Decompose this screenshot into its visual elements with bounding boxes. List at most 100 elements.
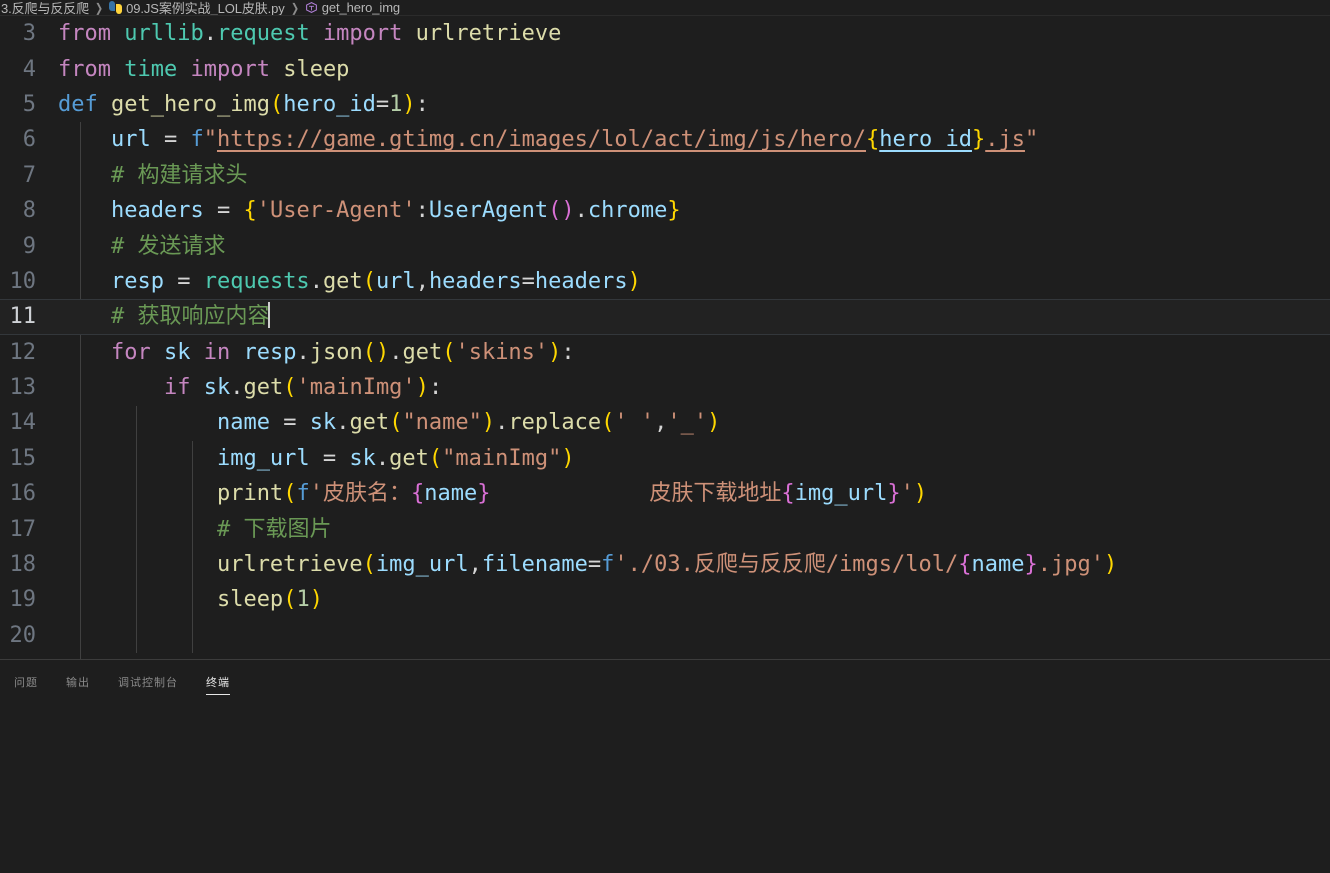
token-paren-close: ) [402, 91, 416, 117]
token-brace-close: } [667, 198, 681, 224]
breadcrumb-item-folder[interactable]: 3.反爬与反反爬 [0, 0, 90, 15]
code-line-18[interactable]: 18 urlretrieve(img_url,filename=f'./03.反… [0, 547, 1330, 582]
token-paren-pair: () [362, 339, 390, 365]
line-number: 17 [9, 516, 37, 542]
panel-tab-label: 输出 [66, 677, 90, 689]
token-var-resp: resp [243, 339, 297, 365]
token-equals: = [375, 91, 390, 117]
token-keyword-for: for [110, 339, 151, 365]
line-number: 5 [22, 91, 36, 117]
token-dot: . [203, 21, 217, 47]
token-paren-open: ( [269, 91, 284, 117]
token-interp-img-url: img_url [794, 481, 888, 507]
token-interp-brace-open: { [410, 481, 425, 507]
breadcrumb-item-symbol[interactable]: get_hero_img [304, 0, 401, 15]
token-interp-name: name [971, 552, 1025, 578]
python-file-icon [109, 1, 123, 14]
breadcrumb-separator-icon: ❯ [95, 0, 104, 15]
panel-tab-label: 调试控制台 [118, 677, 178, 689]
code-line-3[interactable]: 3 from urllib.request import urlretrieve [0, 16, 1330, 51]
token-comment: # 构建请求头 [110, 162, 248, 188]
method-symbol-icon [305, 1, 318, 14]
token-keyword-from: from [58, 21, 111, 47]
panel-tab-output[interactable]: 输出 [52, 678, 104, 695]
token-paren-close: ) [309, 587, 323, 613]
line-number-active: 11 [9, 304, 37, 330]
code-line-4[interactable]: 4 from time import sleep [0, 51, 1330, 86]
code-editor[interactable]: 3 from urllib.request import urlretrieve… [0, 16, 1330, 659]
code-line-20[interactable]: 20 [0, 618, 1330, 653]
token-text-skin-name: 皮肤名： [322, 481, 411, 507]
token-comma: , [415, 268, 429, 294]
code-line-13[interactable]: 13 if sk.get('mainImg'): [0, 370, 1330, 405]
token-kwarg-filename: filename [481, 552, 588, 578]
line-number: 8 [22, 198, 36, 224]
token-method-get: get [322, 268, 363, 294]
code-content: from time import sleep [58, 52, 1330, 87]
token-paren-open: ( [362, 552, 376, 578]
line-number: 4 [22, 56, 36, 82]
token-paren-open: ( [283, 587, 297, 613]
token-keyword-import: import [322, 21, 403, 47]
token-paren-open: ( [362, 268, 376, 294]
token-string-name: "name" [402, 410, 482, 436]
token-name-sleep: sleep [283, 56, 350, 82]
panel-tab-problems[interactable]: 问题 [0, 678, 52, 695]
token-arg-headers: headers [534, 268, 628, 294]
token-text-download-url: 皮肤下载地址 [649, 481, 782, 507]
token-dot: . [296, 339, 310, 365]
code-content: resp = requests.get(url,headers=headers) [58, 264, 1330, 299]
code-line-8[interactable]: 8 headers = {'User-Agent':UserAgent().ch… [0, 193, 1330, 228]
token-function-print: print [216, 481, 284, 507]
code-line-6[interactable]: 6 url = f"https://game.gtimg.cn/images/l… [0, 122, 1330, 157]
code-content: def get_hero_img(hero_id=1): [58, 87, 1330, 122]
code-line-17[interactable]: 17 # 下载图片 [0, 511, 1330, 546]
code-line-10[interactable]: 10 resp = requests.get(url,headers=heade… [0, 264, 1330, 299]
token-class-useragent: UserAgent [428, 198, 549, 224]
token-comment: # 获取响应内容 [110, 304, 270, 330]
line-number: 7 [22, 162, 36, 188]
token-interp-brace-open: { [958, 552, 972, 578]
token-submodule-request: request [216, 21, 310, 47]
panel-tab-terminal[interactable]: 终端 [192, 678, 244, 695]
panel-tab-label: 问题 [14, 677, 38, 689]
code-content: # 构建请求头 [58, 158, 1330, 193]
code-line-5[interactable]: 5 def get_hero_img(hero_id=1): [0, 87, 1330, 122]
breadcrumb-item-file[interactable]: 09.JS案例实战_LOL皮肤.py [108, 0, 286, 15]
code-line-15[interactable]: 15 img_url = sk.get("mainImg") [0, 441, 1330, 476]
code-content: for sk in resp.json().get('skins'): [58, 335, 1330, 370]
line-number: 13 [9, 375, 37, 401]
token-paren-open: ( [601, 410, 615, 436]
code-line-11-active[interactable]: 11 # 获取响应内容 [0, 299, 1330, 335]
code-content: # 获取响应内容 [58, 299, 1330, 334]
token-url-link[interactable]: https://game.gtimg.cn/images/lol/act/img… [217, 127, 866, 152]
code-line-19[interactable]: 19 sleep(1) [0, 582, 1330, 617]
code-line-14[interactable]: 14 name = sk.get("name").replace(' ','_'… [0, 405, 1330, 440]
breadcrumb: 3.反爬与反反爬 ❯ 09.JS案例实战_LOL皮肤.py ❯ get_hero… [0, 0, 1330, 16]
line-number: 20 [9, 622, 37, 648]
code-line-7[interactable]: 7 # 构建请求头 [0, 158, 1330, 193]
token-paren-open: ( [283, 481, 297, 507]
token-paren-open: ( [428, 445, 443, 471]
token-quote-close: ' [900, 481, 914, 507]
terminal-output[interactable] [0, 695, 1330, 873]
token-dot: . [389, 339, 403, 365]
token-paren-close: ) [561, 445, 575, 471]
code-content: headers = {'User-Agent':UserAgent().chro… [58, 193, 1330, 228]
token-path-prefix: ./03.反爬与反反爬/imgs/lol/ [627, 552, 959, 578]
token-module-time: time [124, 56, 178, 82]
token-quote: ' [614, 552, 628, 578]
token-paren-close: ) [627, 268, 641, 294]
code-line-12[interactable]: 12 for sk in resp.json().get('skins'): [0, 335, 1330, 370]
token-equals: = [177, 268, 191, 294]
token-comma: , [654, 410, 668, 436]
code-line-9[interactable]: 9 # 发送请求 [0, 228, 1330, 263]
code-line-16[interactable]: 16 print(f'皮肤名：{name} 皮肤下载地址{img_url}') [0, 476, 1330, 511]
token-var-sk: sk [349, 445, 376, 471]
token-brace-open: { [243, 198, 257, 224]
token-quote-close: ' [1090, 552, 1104, 578]
panel-tab-debug-console[interactable]: 调试控制台 [104, 678, 192, 695]
token-method-get: get [402, 339, 443, 365]
breadcrumb-separator-icon-2: ❯ [290, 0, 299, 15]
token-dot: . [309, 268, 323, 294]
